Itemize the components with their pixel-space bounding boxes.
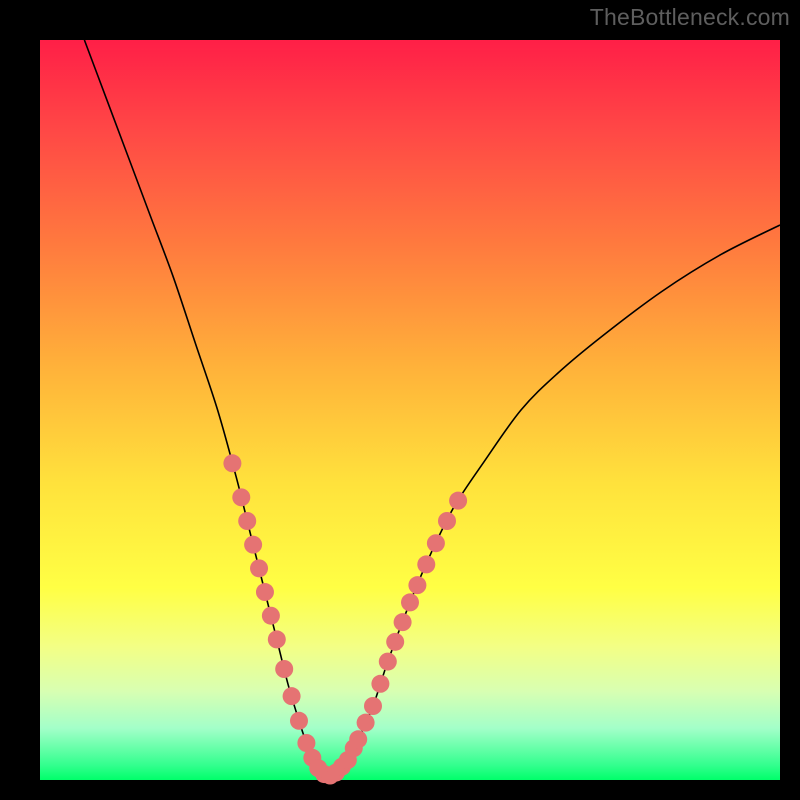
curve-marker <box>427 534 445 552</box>
curve-markers <box>223 454 467 784</box>
curve-marker <box>408 576 426 594</box>
curve-marker <box>349 730 367 748</box>
curve-marker <box>394 613 412 631</box>
curve-marker <box>401 593 419 611</box>
curve-marker <box>238 512 256 530</box>
curve-marker <box>268 630 286 648</box>
curve-marker <box>290 712 308 730</box>
curve-marker <box>386 633 404 651</box>
curve-marker <box>357 714 375 732</box>
curve-marker <box>371 675 389 693</box>
curve-marker <box>223 454 241 472</box>
curve-marker <box>438 512 456 530</box>
curve-marker <box>262 607 280 625</box>
curve-marker <box>417 555 435 573</box>
watermark-text: TheBottleneck.com <box>590 4 790 31</box>
chart-frame: TheBottleneck.com <box>0 0 800 800</box>
curve-marker <box>275 660 293 678</box>
curve-marker <box>256 583 274 601</box>
plot-area <box>40 40 780 780</box>
curve-marker <box>364 697 382 715</box>
curve-marker <box>244 536 262 554</box>
curve-marker <box>283 687 301 705</box>
curve-marker <box>449 492 467 510</box>
curve-marker <box>379 653 397 671</box>
curve-layer <box>40 40 780 780</box>
bottleneck-curve <box>84 40 780 776</box>
curve-marker <box>250 559 268 577</box>
curve-marker <box>232 488 250 506</box>
